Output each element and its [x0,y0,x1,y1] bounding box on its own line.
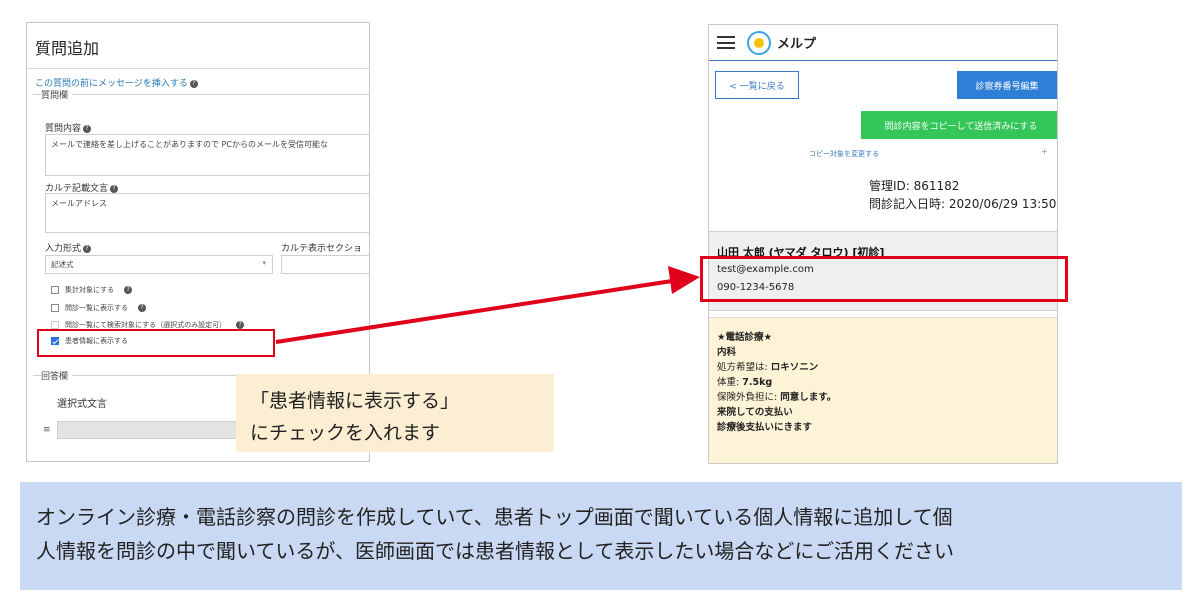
callout-line-2: にチェックを入れます [250,422,441,444]
note-line: 内科 [717,347,737,358]
checkbox-label: 集計対象にする [65,286,115,294]
help-icon[interactable]: ? [124,286,133,294]
callout-line-1: 「患者情報に表示する」 [250,390,460,412]
panel-title: 質問追加 [27,23,369,69]
doctor-screen-panel: メルプ < 一覧に戻る 診察券番号編集 問診内容をコピーして送信済みにする コピ… [708,24,1058,464]
answer-legend: 回答欄 [41,369,73,382]
management-id: 管理ID: 861182 [869,179,960,193]
help-icon[interactable]: ? [138,304,146,312]
plus-icon[interactable]: + [1041,147,1048,156]
banner-line-2: 人情報を問診の中で聞いているが、医師画面では患者情報として表示したい場合などにご… [36,539,954,563]
karte-section-select[interactable] [281,255,369,274]
questionnaire-note: ★電話診療★ 内科 処方希望は: ロキソニン 体重: 7.5kg 保険外負担に:… [709,317,1057,463]
question-legend: 質問欄 [41,88,73,101]
patient-info-highlight-box [700,256,1068,302]
note-line: 体重: 7.5kg [717,375,1051,390]
note-line: ★電話診療★ [717,332,773,343]
question-content-label-text: 質問内容 [45,124,82,134]
input-type-label-text: 入力形式 [45,244,82,254]
list-icon: ≡ [43,425,51,435]
help-icon[interactable]: ? [83,124,92,133]
checkbox[interactable] [51,304,59,312]
edit-card-number-button[interactable]: 診察券番号編集 [957,71,1057,99]
checkbox[interactable] [51,321,59,329]
note-line: 診療後支払いにきます [717,422,813,433]
question-content-label: 質問内容? [45,121,92,134]
help-icon[interactable]: ? [236,321,245,329]
note-line: 来院しての支払い [717,407,793,418]
checkbox[interactable] [51,286,59,294]
highlight-box [37,329,275,357]
insurance-value: 同意します。 [780,392,837,403]
checkbox-list-display[interactable]: 問診一覧に表示する ? [51,303,146,313]
app-topbar: メルプ [709,25,1057,61]
help-icon[interactable]: ? [83,244,92,253]
karte-text-textarea[interactable]: メールアドレス [45,193,369,233]
checkbox-aggregate[interactable]: 集計対象にする ? [51,285,133,295]
help-icon[interactable]: ? [189,79,198,88]
fieldset-divider [33,94,369,95]
copy-and-mark-sent-button[interactable]: 問診内容をコピーして送信済みにする [861,111,1057,139]
description-banner: オンライン診療・電話診察の問診を作成していて、患者トップ画面で聞いている個人情報… [20,482,1182,590]
choice-text-label: 選択式文言 [57,399,107,410]
hamburger-menu-icon[interactable] [717,36,735,49]
input-type-value: 記述式 [51,260,74,269]
app-name: メルプ [777,37,817,52]
entry-datetime: 問診記入日時: 2020/06/29 13:50 [869,197,1057,211]
checkbox-label: 問診一覧に表示する [65,304,128,312]
prescription-value: ロキソニン [770,362,819,373]
change-copy-target-link[interactable]: コピー対象を変更する [809,149,879,159]
app-logo-icon [747,30,771,55]
chevron-down-icon: ▾ [262,259,266,267]
input-type-label: 入力形式? [45,241,92,254]
insurance-label: 保険外負担に: [717,392,781,403]
question-content-textarea[interactable]: メールで連絡を差し上げることがありますので PCからのメールを受信可能な [45,134,369,176]
input-type-select[interactable]: 記述式 ▾ [45,255,273,274]
weight-label: 体重: [717,377,743,388]
note-line: 保険外負担に: 同意します。 [717,390,1051,405]
prescription-label: 処方希望は: [717,362,771,373]
back-to-list-button[interactable]: < 一覧に戻る [715,71,799,99]
callout-note: 「患者情報に表示する」 にチェックを入れます [236,374,554,452]
help-icon[interactable]: ? [110,184,119,193]
karte-section-label: カルテ表示セクショ [281,244,363,254]
banner-line-1: オンライン診療・電話診察の問診を作成していて、患者トップ画面で聞いている個人情報… [36,505,953,529]
note-line: 処方希望は: ロキソニン [717,360,1051,375]
weight-value: 7.5kg [742,377,773,388]
